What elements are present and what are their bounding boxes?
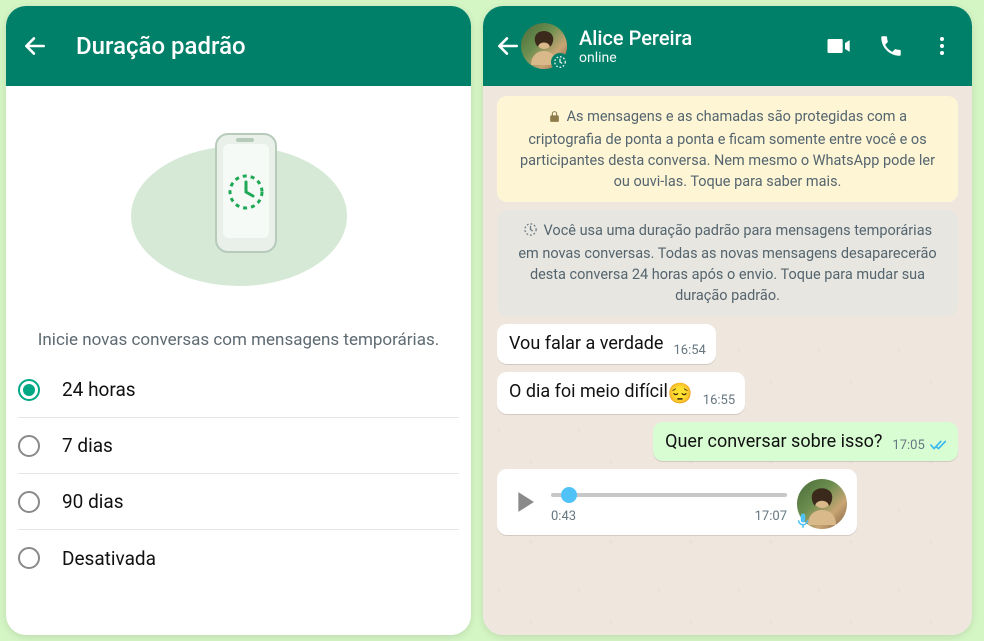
timer-banner[interactable]: Você usa uma duração padrão para mensage… — [497, 210, 958, 316]
option-off[interactable]: Desativada — [18, 530, 459, 586]
message-text: Quer conversar sobre isso? — [665, 430, 882, 453]
option-label: 90 dias — [62, 490, 124, 513]
message-time: 17:05 — [892, 438, 948, 455]
contact-status: online — [579, 50, 692, 66]
settings-subtitle: Inicie novas conversas com mensagens tem… — [6, 326, 471, 362]
voice-call-icon[interactable] — [878, 33, 904, 59]
voice-message[interactable]: 0:43 17:07 — [497, 469, 958, 535]
chat-screen: Alice Pereira online As mensagens e as c… — [483, 6, 972, 635]
radio-icon — [18, 547, 40, 569]
radio-icon — [18, 435, 40, 457]
message-time: 16:55 — [703, 393, 735, 408]
option-90d[interactable]: 90 dias — [18, 474, 459, 530]
options-list: 24 horas 7 dias 90 dias Desativada — [6, 362, 471, 586]
mic-icon — [793, 511, 813, 531]
contact-avatar[interactable] — [521, 23, 567, 69]
chat-body[interactable]: As mensagens e as chamadas são protegida… — [483, 86, 972, 635]
voice-time: 17:07 — [755, 509, 787, 524]
option-7d[interactable]: 7 dias — [18, 418, 459, 474]
timer-text: Você usa uma duração padrão para mensage… — [518, 222, 936, 304]
message-in[interactable]: O dia foi meio difícil😔 16:55 — [497, 372, 958, 414]
track-thumb[interactable] — [561, 487, 577, 503]
option-label: 24 horas — [62, 378, 136, 401]
option-label: Desativada — [62, 547, 156, 570]
emoji-pensive: 😔 — [668, 381, 693, 405]
encryption-banner[interactable]: As mensagens e as chamadas são protegida… — [497, 96, 958, 202]
back-arrow-icon[interactable] — [22, 33, 48, 59]
settings-title: Duração padrão — [76, 32, 246, 60]
message-out[interactable]: Quer conversar sobre isso? 17:05 — [497, 422, 958, 461]
video-call-icon[interactable] — [824, 32, 852, 60]
radio-icon — [18, 491, 40, 513]
illustration — [6, 86, 471, 326]
lock-icon — [548, 108, 561, 129]
message-text: O dia foi meio difícil😔 — [509, 380, 693, 406]
message-in[interactable]: Vou falar a verdade 16:54 — [497, 324, 958, 363]
contact-info[interactable]: Alice Pereira online — [579, 26, 692, 66]
back-arrow-icon[interactable] — [495, 33, 521, 59]
contact-name: Alice Pereira — [579, 26, 692, 50]
option-24h[interactable]: 24 horas — [18, 362, 459, 418]
voice-avatar — [797, 479, 847, 529]
encryption-text: As mensagens e as chamadas são protegida… — [520, 108, 935, 190]
settings-header: Duração padrão — [6, 6, 471, 86]
message-text: Vou falar a verdade — [509, 332, 663, 355]
timer-badge-icon — [551, 53, 569, 71]
voice-duration: 0:43 — [551, 509, 576, 524]
radio-icon — [18, 379, 40, 401]
header-actions — [824, 32, 962, 60]
voice-track[interactable]: 0:43 17:07 — [551, 483, 787, 524]
more-menu-icon[interactable] — [930, 34, 954, 58]
message-time: 16:54 — [673, 343, 705, 358]
chat-header: Alice Pereira online — [483, 6, 972, 86]
read-ticks-icon — [930, 439, 948, 455]
play-icon[interactable] — [507, 485, 541, 523]
settings-screen: Duração padrão Inicie novas conversas co… — [6, 6, 471, 635]
option-label: 7 dias — [62, 434, 113, 457]
timer-icon — [523, 222, 538, 243]
